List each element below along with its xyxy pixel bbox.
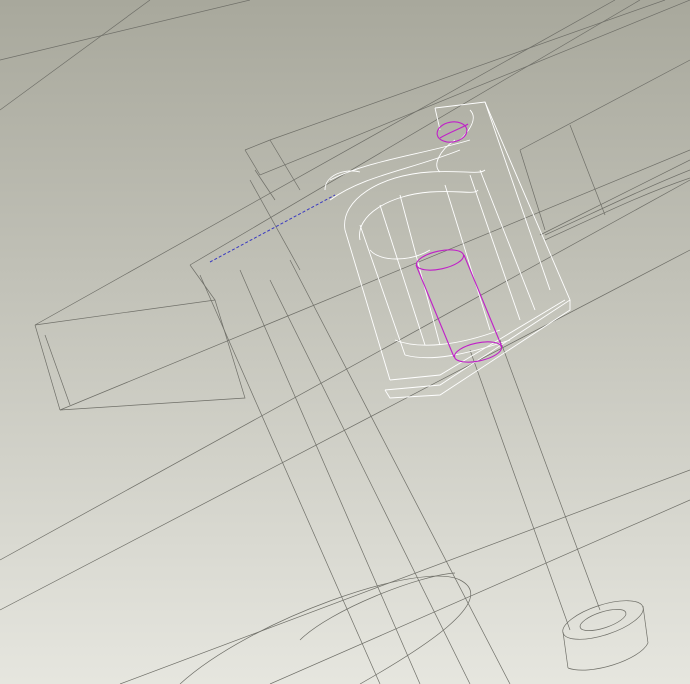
cad-3d-viewport[interactable] [0, 0, 690, 684]
viewport-background [0, 0, 690, 684]
wireframe-model[interactable] [0, 0, 690, 684]
